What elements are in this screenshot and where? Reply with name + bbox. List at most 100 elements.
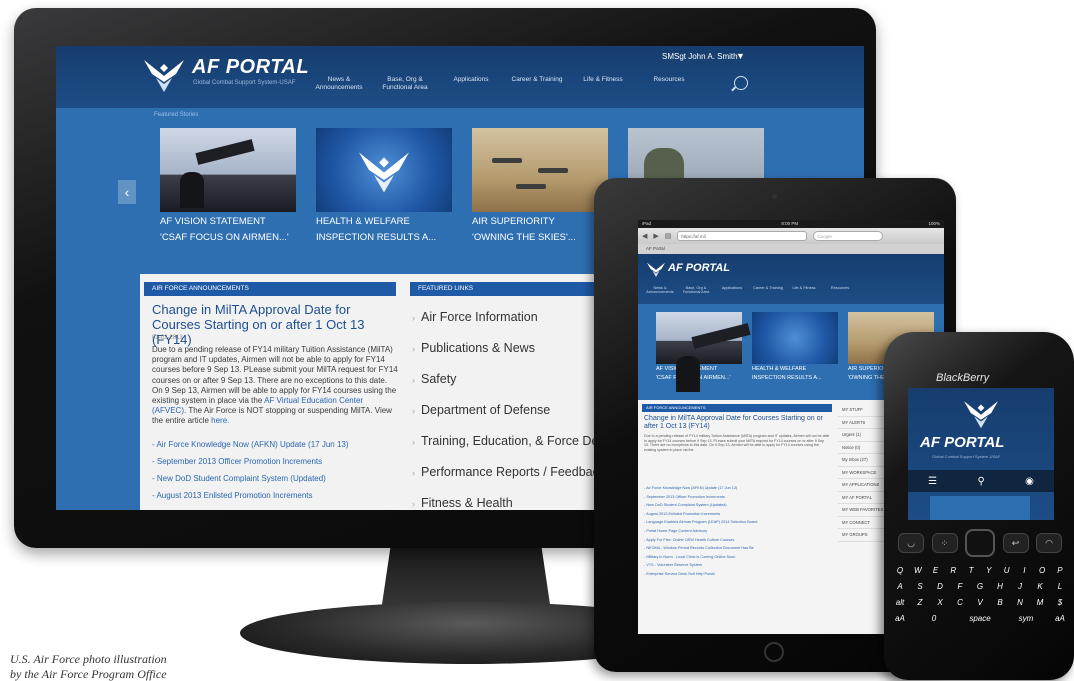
key[interactable]: N <box>1012 598 1028 607</box>
key[interactable]: H <box>992 582 1008 591</box>
key[interactable]: $ <box>1052 598 1068 607</box>
chevron-down-icon[interactable]: ▼ <box>736 51 745 61</box>
slide-caption-line1: HEALTH & WELFARE <box>316 216 410 227</box>
key[interactable]: U <box>999 566 1015 575</box>
key[interactable]: 0 <box>926 614 942 623</box>
back-key[interactable]: ↩ <box>1002 533 1029 553</box>
nav-item-news[interactable]: News & Announcements <box>642 286 678 294</box>
nav-item-news[interactable]: News & Announcements <box>306 76 372 92</box>
key[interactable]: aA <box>1052 614 1068 623</box>
announcement-title[interactable]: Change in MilTA Approval Date for Course… <box>644 415 834 431</box>
portal-title[interactable]: AF PORTAL <box>668 262 730 274</box>
search-input[interactable]: Google <box>813 231 884 241</box>
home-button[interactable] <box>764 642 784 662</box>
announcement-link[interactable]: - Military in Norm - Local Clinic is Com… <box>644 553 830 562</box>
nav-item-life[interactable]: Life & Fitness <box>786 286 822 294</box>
key[interactable]: aA <box>892 614 908 623</box>
search-icon[interactable]: ⚲ <box>977 476 984 487</box>
announcement-link[interactable]: - Apply For Flex: Online OSW Health Cult… <box>644 536 830 545</box>
space-key[interactable]: space <box>960 614 1000 623</box>
announcement-link[interactable]: - Portal Home Page Content Advisory <box>644 527 830 536</box>
key[interactable]: E <box>928 566 944 575</box>
key[interactable]: L <box>1052 582 1068 591</box>
chevron-right-icon: › <box>412 344 415 354</box>
nav-item-resources[interactable]: Resources <box>636 76 702 92</box>
key[interactable]: S <box>912 582 928 591</box>
key[interactable]: Z <box>912 598 928 607</box>
key[interactable]: C <box>952 598 968 607</box>
menu-icon[interactable]: ☰ <box>928 476 937 487</box>
announcement-link[interactable]: - Language Enabled Airman Program (LEAP)… <box>644 518 830 527</box>
phone-controls: ◡ ⁘ ↩ ◠ <box>898 528 1062 558</box>
announcement-link[interactable]: - September 2013 Officer Promotion Incre… <box>644 493 830 502</box>
announcement-link[interactable]: - Air Force Knowledge Now (AFKN) Update … <box>644 484 830 493</box>
key[interactable]: R <box>945 566 961 575</box>
key[interactable]: D <box>932 582 948 591</box>
key[interactable]: P <box>1052 566 1068 575</box>
key[interactable]: sym <box>1018 614 1034 623</box>
article-link[interactable]: here. <box>211 416 229 425</box>
url-bar[interactable]: https://af.mil <box>677 231 808 241</box>
portal-title[interactable]: AF PORTAL <box>920 434 1004 451</box>
browser-tab[interactable]: AF Portal <box>638 244 944 254</box>
key[interactable]: K <box>1032 582 1048 591</box>
announcement-body: Due to a pending release of FY14 militar… <box>152 345 398 427</box>
bookmarks-icon[interactable]: ▤ <box>665 232 672 240</box>
key[interactable]: I <box>1016 566 1032 575</box>
announcement-link[interactable]: - Enterprise Service Desk Self Help Port… <box>644 570 830 579</box>
blackberry-phone: BlackBerry AF PORTAL Global Combat Suppo… <box>884 332 1074 680</box>
nav-item-resources[interactable]: Resources <box>822 286 858 294</box>
call-key[interactable]: ◡ <box>898 533 924 553</box>
key[interactable]: W <box>910 566 926 575</box>
announcement-link[interactable]: - VTS - Volunteer Reserve System <box>644 561 830 570</box>
key[interactable]: alt <box>892 598 908 607</box>
key[interactable]: Y <box>981 566 997 575</box>
trackpad[interactable] <box>965 529 995 557</box>
key[interactable]: B <box>992 598 1008 607</box>
portal-title[interactable]: AF PORTAL <box>192 56 309 79</box>
slide-vision[interactable]: AF VISION STATEMENT 'CSAF FOCUS ON AIRME… <box>656 312 742 392</box>
key[interactable]: Q <box>892 566 908 575</box>
announcement-links: - Air Force Knowledge Now (AFKN) Update … <box>644 484 830 579</box>
slider-prev-button[interactable]: ‹ <box>118 180 136 204</box>
key[interactable]: A <box>892 582 908 591</box>
search-icon[interactable] <box>734 76 748 90</box>
key[interactable]: V <box>972 598 988 607</box>
end-call-key[interactable]: ◠ <box>1036 533 1062 553</box>
key[interactable]: X <box>932 598 948 607</box>
key[interactable]: T <box>963 566 979 575</box>
user-icon[interactable]: ◉ <box>1025 476 1034 487</box>
nav-item-life[interactable]: Life & Fitness <box>570 76 636 92</box>
nav-item-applications[interactable]: Applications <box>438 76 504 92</box>
forward-icon[interactable]: ▶ <box>653 232 658 240</box>
nav-item-career[interactable]: Career & Training <box>750 286 786 294</box>
key[interactable]: G <box>972 582 988 591</box>
announcement-link[interactable]: - Air Force Knowledge Now (AFKN) Update … <box>152 436 398 453</box>
slide-air-superiority[interactable]: AIR SUPERIORITY 'OWNING THE SKIES'... <box>472 128 608 248</box>
user-menu[interactable]: SMSgt John A. Smith <box>662 52 738 61</box>
announcement-link[interactable]: - New DoD Student Complaint System (Upda… <box>152 470 398 487</box>
chevron-right-icon: › <box>412 499 415 509</box>
slide-health[interactable]: HEALTH & WELFARE INSPECTION RESULTS A... <box>316 128 452 248</box>
af-wings-logo-icon <box>964 401 998 429</box>
back-icon[interactable]: ◀ <box>642 232 647 240</box>
blackberry-menu-key[interactable]: ⁘ <box>931 533 958 553</box>
nav-item-base[interactable]: Base, Org & Functional Area <box>678 286 714 294</box>
announcement-title[interactable]: Change in MilTA Approval Date for Course… <box>152 302 396 347</box>
key[interactable]: O <box>1034 566 1050 575</box>
slide-health[interactable]: HEALTH & WELFARE INSPECTION RESULTS A... <box>752 312 838 382</box>
key[interactable]: J <box>1012 582 1028 591</box>
announcement-link[interactable]: - NEOMA - Window Period Records Collecti… <box>644 544 830 553</box>
key[interactable]: M <box>1032 598 1048 607</box>
nav-item-applications[interactable]: Applications <box>714 286 750 294</box>
nav-item-career[interactable]: Career & Training <box>504 76 570 92</box>
announcement-link[interactable]: - August 2013 Enlisted Promotion Increme… <box>644 510 830 519</box>
announcement-link[interactable]: - August 2013 Enlisted Promotion Increme… <box>152 487 398 504</box>
portal-nav: News & Announcements Base, Org & Functio… <box>306 76 702 92</box>
announcement-link[interactable]: - New DoD Student Complaint System (Upda… <box>644 501 830 510</box>
slide-vision[interactable]: AF VISION STATEMENT 'CSAF FOCUS ON AIRME… <box>160 128 296 248</box>
nav-item-base[interactable]: Base, Org & Functional Area <box>372 76 438 92</box>
announcement-link[interactable]: - September 2013 Officer Promotion Incre… <box>152 453 398 470</box>
keyboard-row: A S D F G H J K L <box>892 582 1068 591</box>
key[interactable]: F <box>952 582 968 591</box>
